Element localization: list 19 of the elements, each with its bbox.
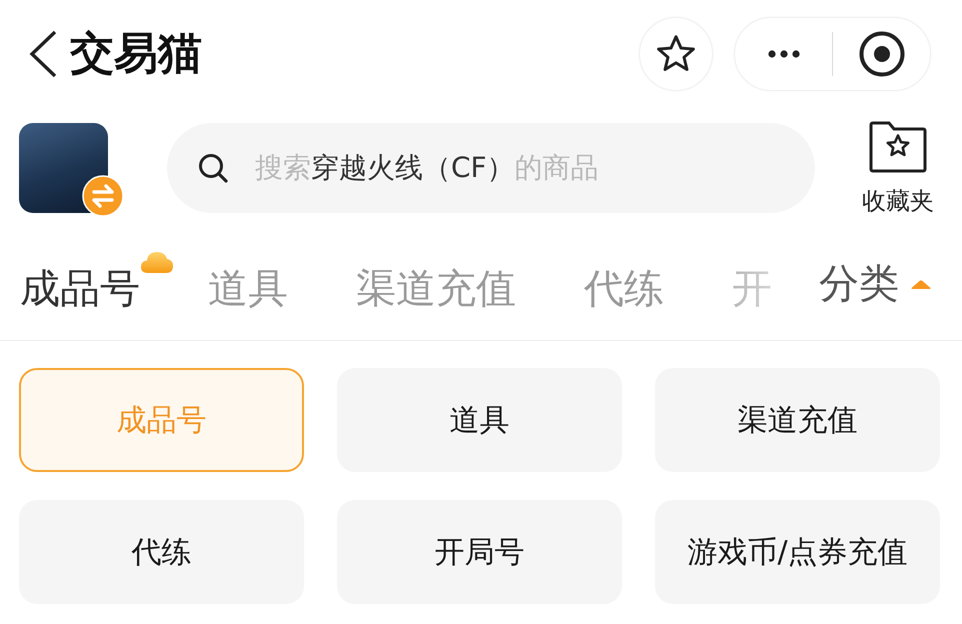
search-placeholder: 搜索穿越火线（CF）的商品 bbox=[255, 151, 599, 185]
category-option[interactable]: 游戏币/点券充值 bbox=[655, 500, 940, 604]
category-option[interactable]: 代练 bbox=[19, 500, 304, 604]
folder-star-icon bbox=[869, 120, 927, 173]
star-icon bbox=[655, 34, 697, 74]
search-icon bbox=[198, 153, 228, 183]
back-icon bbox=[28, 30, 58, 78]
swap-icon[interactable] bbox=[82, 175, 124, 217]
caret-icon bbox=[910, 278, 932, 290]
cloud-icon bbox=[140, 250, 174, 274]
category-option[interactable]: 道具 bbox=[337, 368, 622, 472]
page-title: 交易猫 bbox=[70, 30, 202, 78]
favorites-button[interactable]: 收藏夹 bbox=[862, 120, 934, 216]
search-field[interactable]: 搜索穿越火线（CF）的商品 bbox=[167, 123, 815, 213]
category-option[interactable]: 渠道充值 bbox=[655, 368, 940, 472]
ring-dot-icon bbox=[858, 31, 904, 77]
category-option[interactable]: 开局号 bbox=[337, 500, 622, 604]
dots-icon bbox=[768, 50, 800, 58]
category-tab[interactable]: 成品号 bbox=[20, 267, 140, 311]
